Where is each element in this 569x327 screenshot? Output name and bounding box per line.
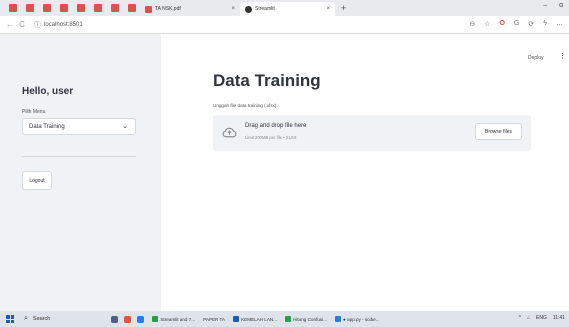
minimize-icon[interactable]: – (543, 2, 547, 9)
browse-files-button[interactable]: Browse files (475, 123, 522, 140)
word-icon (233, 316, 240, 322)
dropzone-instructions: Drag and drop file here (245, 123, 307, 129)
pinned-tab[interactable] (123, 2, 140, 14)
pdf-icon (93, 4, 102, 12)
window-controls: – ɑ (543, 2, 563, 9)
dropzone-limit: Limit 200MB per file • XLSX (245, 135, 297, 140)
chrome-icon (152, 316, 159, 322)
main-menu-icon[interactable]: ⋮ (559, 52, 566, 60)
system-tray: ^ ⌂ ENG 11:41 (519, 315, 565, 321)
language-indicator[interactable]: ENG (536, 315, 547, 321)
sidebar: Hello, user Pilih Menu Data Training ⌄ L… (0, 34, 161, 311)
taskbar-app-icon[interactable] (137, 315, 145, 323)
pinned-tab[interactable] (72, 2, 89, 14)
cloud-upload-icon (222, 127, 237, 138)
network-icon[interactable]: ⌂ (527, 315, 530, 321)
favorite-icon[interactable]: ☆ (484, 20, 490, 28)
uploader-label: Unggah file data training (.xlsx): (213, 103, 278, 108)
streamlit-icon (245, 5, 252, 13)
app-area: Hello, user Pilih Menu Data Training ⌄ L… (0, 34, 569, 311)
pdf-icon (110, 4, 119, 12)
search-icon[interactable]: ⌕ (24, 315, 28, 323)
new-tab-icon[interactable]: + (341, 3, 346, 13)
clock[interactable]: 11:41 (553, 315, 565, 321)
taskbar-app-icon[interactable] (124, 315, 132, 323)
address-bar: ← C ⓘ localhost:8501 ⊖ ☆ O G ⟳ ϟ … (0, 16, 569, 34)
pinned-tab[interactable] (38, 2, 55, 14)
page-title: Data Training (213, 71, 321, 90)
back-icon[interactable]: ← (4, 20, 16, 29)
menu-label: Pilih Menu (22, 109, 46, 115)
info-icon[interactable]: ⓘ (34, 20, 41, 30)
taskbar-app-icon[interactable] (111, 315, 119, 323)
chevron-down-icon: ⌄ (122, 123, 128, 130)
taskbar-item[interactable]: ● app.py - scibe... (335, 316, 380, 322)
tab-pdf[interactable]: TA NSK.pdf × (140, 2, 240, 16)
menu-select[interactable]: Data Training ⌄ (22, 118, 136, 135)
reload-icon[interactable]: C (16, 20, 28, 29)
extension-icon[interactable]: ϟ (543, 20, 547, 28)
maximize-icon[interactable]: ɑ (559, 2, 563, 9)
taskbar-item[interactable]: Streamlit and 7... (152, 316, 195, 322)
pdf-icon (127, 4, 136, 12)
pinned-tab[interactable] (21, 2, 38, 14)
tray-expand-icon[interactable]: ^ (519, 315, 521, 321)
taskbar-item[interactable]: KEMELAH LAN... (233, 316, 277, 322)
vscode-icon (335, 316, 342, 322)
logout-button[interactable]: Logout (22, 171, 52, 190)
close-icon[interactable]: × (231, 6, 235, 12)
tab-streamlit-label: Streamlit (255, 6, 275, 12)
pinned-tab[interactable] (106, 2, 123, 14)
extension-icon[interactable]: O (500, 20, 505, 28)
taskbar: ⌕ Search Streamlit and 7... PAPER TA KEM… (0, 311, 569, 327)
deploy-button[interactable]: Deploy (528, 55, 544, 61)
taskbar-search[interactable]: Search (33, 316, 50, 322)
tab-pdf-label: TA NSK.pdf (155, 6, 181, 12)
refresh-icon[interactable]: ⟳ (528, 20, 534, 28)
pinned-tab[interactable] (55, 2, 72, 14)
taskbar-item[interactable]: PAPER TA (203, 317, 225, 322)
url-field[interactable]: localhost:8501 (44, 22, 83, 28)
menu-select-value: Data Training (29, 123, 65, 130)
divider (22, 156, 136, 157)
browser-toolbar-icons: ⊖ ☆ O G ⟳ ϟ … (469, 20, 563, 28)
browser-tab-strip: TA NSK.pdf × Streamlit × + – ɑ (0, 0, 569, 16)
sidebar-greeting: Hello, user (22, 86, 74, 97)
tab-streamlit[interactable]: Streamlit × (240, 2, 335, 16)
file-dropzone[interactable]: Drag and drop file here Limit 200MB per … (213, 115, 531, 151)
screen: TA NSK.pdf × Streamlit × + – ɑ ← C ⓘ loc… (0, 0, 569, 327)
pdf-icon (8, 4, 17, 12)
pinned-tab[interactable] (4, 2, 21, 14)
pdf-icon (42, 4, 51, 12)
pdf-icon (145, 5, 152, 13)
close-icon[interactable]: × (326, 6, 330, 12)
more-icon[interactable]: … (556, 20, 563, 28)
taskbar-item[interactable]: Hitung Confusi... (285, 316, 327, 322)
pdf-icon (25, 4, 34, 12)
extension-icon[interactable]: G (514, 20, 519, 28)
chrome-icon (285, 316, 292, 322)
pinned-tab[interactable] (89, 2, 106, 14)
pdf-icon (76, 4, 85, 12)
pdf-icon (59, 4, 68, 12)
zoom-icon[interactable]: ⊖ (469, 20, 475, 28)
windows-start-icon[interactable] (6, 315, 14, 323)
